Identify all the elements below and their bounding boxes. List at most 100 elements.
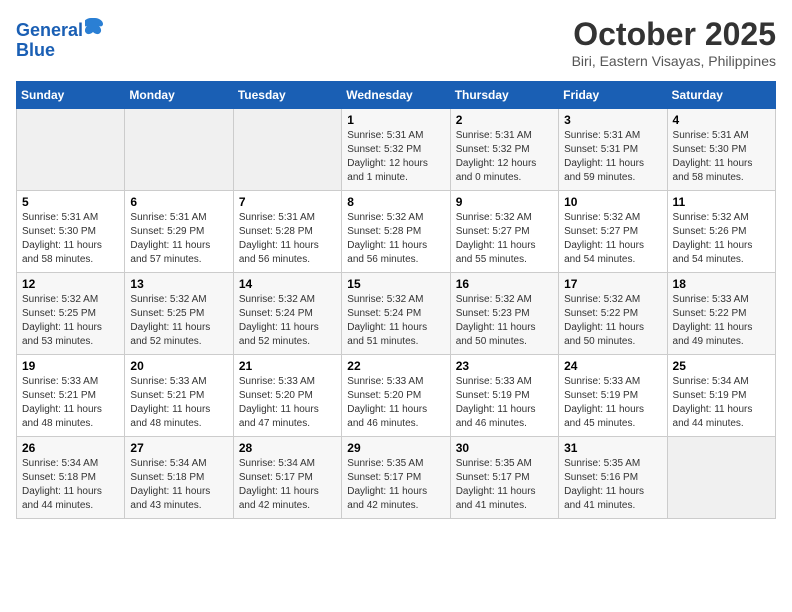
calendar-row-3: 19 Sunrise: 5:33 AM Sunset: 5:21 PM Dayli… <box>17 355 776 437</box>
weekday-header-tuesday: Tuesday <box>233 82 341 109</box>
day-number: 18 <box>673 277 770 291</box>
day-info: Sunrise: 5:32 AM Sunset: 5:24 PM Dayligh… <box>347 293 444 349</box>
day-info: Sunrise: 5:31 AM Sunset: 5:31 PM Dayligh… <box>564 129 661 185</box>
day-info: Sunrise: 5:33 AM Sunset: 5:20 PM Dayligh… <box>347 375 444 431</box>
calendar-cell: 17Sunrise: 5:32 AM Sunset: 5:22 PM Dayli… <box>559 273 667 355</box>
day-number: 20 <box>130 359 227 373</box>
calendar-cell: 16 Sunrise: 5:32 AM Sunset: 5:23 PM Dayli… <box>450 273 558 355</box>
day-number: 17 <box>564 277 661 291</box>
month-title: October 2025 <box>572 16 776 53</box>
weekday-header-friday: Friday <box>559 82 667 109</box>
calendar-cell: 21 Sunrise: 5:33 AM Sunset: 5:20 PM Dayli… <box>233 355 341 437</box>
day-number: 15 <box>347 277 444 291</box>
logo-text: General <box>16 16 105 41</box>
day-number: 7 <box>239 195 336 209</box>
weekday-header-wednesday: Wednesday <box>342 82 450 109</box>
day-number: 3 <box>564 113 661 127</box>
day-number: 24 <box>564 359 661 373</box>
day-info: Sunrise: 5:34 AM Sunset: 5:18 PM Dayligh… <box>22 457 119 513</box>
day-number: 12 <box>22 277 119 291</box>
day-info: Sunrise: 5:33 AM Sunset: 5:19 PM Dayligh… <box>456 375 553 431</box>
calendar-cell: 23 Sunrise: 5:33 AM Sunset: 5:19 PM Dayli… <box>450 355 558 437</box>
calendar-cell <box>233 109 341 191</box>
calendar-cell <box>667 437 775 519</box>
calendar-row-4: 26 Sunrise: 5:34 AM Sunset: 5:18 PM Dayli… <box>17 437 776 519</box>
day-info: Sunrise: 5:33 AM Sunset: 5:19 PM Dayligh… <box>564 375 661 431</box>
calendar-cell: 7 Sunrise: 5:31 AM Sunset: 5:28 PM Daylig… <box>233 191 341 273</box>
day-number: 16 <box>456 277 553 291</box>
day-number: 14 <box>239 277 336 291</box>
day-number: 4 <box>673 113 770 127</box>
weekday-header-saturday: Saturday <box>667 82 775 109</box>
day-number: 6 <box>130 195 227 209</box>
day-number: 28 <box>239 441 336 455</box>
day-info: Sunrise: 5:31 AM Sunset: 5:32 PM Dayligh… <box>456 129 553 185</box>
day-number: 22 <box>347 359 444 373</box>
day-info: Sunrise: 5:35 AM Sunset: 5:17 PM Dayligh… <box>347 457 444 513</box>
day-info: Sunrise: 5:32 AM Sunset: 5:28 PM Dayligh… <box>347 211 444 267</box>
calendar-cell: 31Sunrise: 5:35 AM Sunset: 5:16 PM Dayli… <box>559 437 667 519</box>
calendar-cell: 5Sunrise: 5:31 AM Sunset: 5:30 PM Daylig… <box>17 191 125 273</box>
calendar-row-1: 5Sunrise: 5:31 AM Sunset: 5:30 PM Daylig… <box>17 191 776 273</box>
calendar-cell: 1Sunrise: 5:31 AM Sunset: 5:32 PM Daylig… <box>342 109 450 191</box>
weekday-header-monday: Monday <box>125 82 233 109</box>
calendar-cell: 24 Sunrise: 5:33 AM Sunset: 5:19 PM Dayli… <box>559 355 667 437</box>
location: Biri, Eastern Visayas, Philippines <box>572 53 776 69</box>
logo-bird-icon <box>85 16 105 36</box>
day-info: Sunrise: 5:33 AM Sunset: 5:22 PM Dayligh… <box>673 293 770 349</box>
calendar-table: SundayMondayTuesdayWednesdayThursdayFrid… <box>16 81 776 519</box>
day-number: 23 <box>456 359 553 373</box>
calendar-cell: 28 Sunrise: 5:34 AM Sunset: 5:17 PM Dayli… <box>233 437 341 519</box>
day-info: Sunrise: 5:33 AM Sunset: 5:20 PM Dayligh… <box>239 375 336 431</box>
day-info: Sunrise: 5:35 AM Sunset: 5:17 PM Dayligh… <box>456 457 553 513</box>
day-number: 9 <box>456 195 553 209</box>
weekday-header-sunday: Sunday <box>17 82 125 109</box>
calendar-cell: 14 Sunrise: 5:32 AM Sunset: 5:24 PM Dayli… <box>233 273 341 355</box>
day-info: Sunrise: 5:31 AM Sunset: 5:29 PM Dayligh… <box>130 211 227 267</box>
day-info: Sunrise: 5:31 AM Sunset: 5:30 PM Dayligh… <box>22 211 119 267</box>
day-info: Sunrise: 5:34 AM Sunset: 5:19 PM Dayligh… <box>673 375 770 431</box>
weekday-header-thursday: Thursday <box>450 82 558 109</box>
day-info: Sunrise: 5:32 AM Sunset: 5:27 PM Dayligh… <box>564 211 661 267</box>
calendar-cell: 25 Sunrise: 5:34 AM Sunset: 5:19 PM Dayli… <box>667 355 775 437</box>
day-info: Sunrise: 5:32 AM Sunset: 5:26 PM Dayligh… <box>673 211 770 267</box>
calendar-cell: 13 Sunrise: 5:32 AM Sunset: 5:25 PM Dayli… <box>125 273 233 355</box>
day-info: Sunrise: 5:31 AM Sunset: 5:30 PM Dayligh… <box>673 129 770 185</box>
calendar-cell: 22 Sunrise: 5:33 AM Sunset: 5:20 PM Dayli… <box>342 355 450 437</box>
calendar-row-0: 1 Sunrise: 5:31 AM Sunset: 5:32 PM Daylig… <box>17 109 776 191</box>
calendar-cell: 27Sunrise: 5:34 AM Sunset: 5:18 PM Dayli… <box>125 437 233 519</box>
calendar-cell: 29Sunrise: 5:35 AM Sunset: 5:17 PM Dayli… <box>342 437 450 519</box>
day-number: 8 <box>347 195 444 209</box>
day-number: 2 <box>456 113 553 127</box>
day-info: Sunrise: 5:33 AM Sunset: 5:21 PM Dayligh… <box>130 375 227 431</box>
calendar-cell: 30 Sunrise: 5:35 AM Sunset: 5:17 PM Dayli… <box>450 437 558 519</box>
day-info: Sunrise: 5:32 AM Sunset: 5:23 PM Dayligh… <box>456 293 553 349</box>
day-number: 27 <box>130 441 227 455</box>
day-info: Sunrise: 5:32 AM Sunset: 5:25 PM Dayligh… <box>130 293 227 349</box>
page-header: General Blue October 2025 Biri, Eastern … <box>16 16 776 69</box>
weekday-header-row: SundayMondayTuesdayWednesdayThursdayFrid… <box>17 82 776 109</box>
day-info: Sunrise: 5:32 AM Sunset: 5:24 PM Dayligh… <box>239 293 336 349</box>
calendar-cell: 19 Sunrise: 5:33 AM Sunset: 5:21 PM Dayli… <box>17 355 125 437</box>
calendar-cell: 15 Sunrise: 5:32 AM Sunset: 5:24 PM Dayli… <box>342 273 450 355</box>
day-number: 26 <box>22 441 119 455</box>
day-number: 25 <box>673 359 770 373</box>
day-info: Sunrise: 5:33 AM Sunset: 5:21 PM Dayligh… <box>22 375 119 431</box>
day-number: 30 <box>456 441 553 455</box>
calendar-cell: 3 Sunrise: 5:31 AM Sunset: 5:31 PM Daylig… <box>559 109 667 191</box>
day-number: 10 <box>564 195 661 209</box>
day-number: 1 <box>347 113 444 127</box>
day-number: 21 <box>239 359 336 373</box>
day-number: 11 <box>673 195 770 209</box>
day-number: 19 <box>22 359 119 373</box>
logo: General Blue <box>16 16 105 61</box>
calendar-cell <box>17 109 125 191</box>
title-block: October 2025 Biri, Eastern Visayas, Phil… <box>572 16 776 69</box>
day-info: Sunrise: 5:34 AM Sunset: 5:17 PM Dayligh… <box>239 457 336 513</box>
calendar-cell: 12Sunrise: 5:32 AM Sunset: 5:25 PM Dayli… <box>17 273 125 355</box>
calendar-cell: 11 Sunrise: 5:32 AM Sunset: 5:26 PM Dayli… <box>667 191 775 273</box>
day-info: Sunrise: 5:31 AM Sunset: 5:28 PM Dayligh… <box>239 211 336 267</box>
calendar-cell: 9Sunrise: 5:32 AM Sunset: 5:27 PM Daylig… <box>450 191 558 273</box>
calendar-cell: 20 Sunrise: 5:33 AM Sunset: 5:21 PM Dayli… <box>125 355 233 437</box>
day-number: 13 <box>130 277 227 291</box>
